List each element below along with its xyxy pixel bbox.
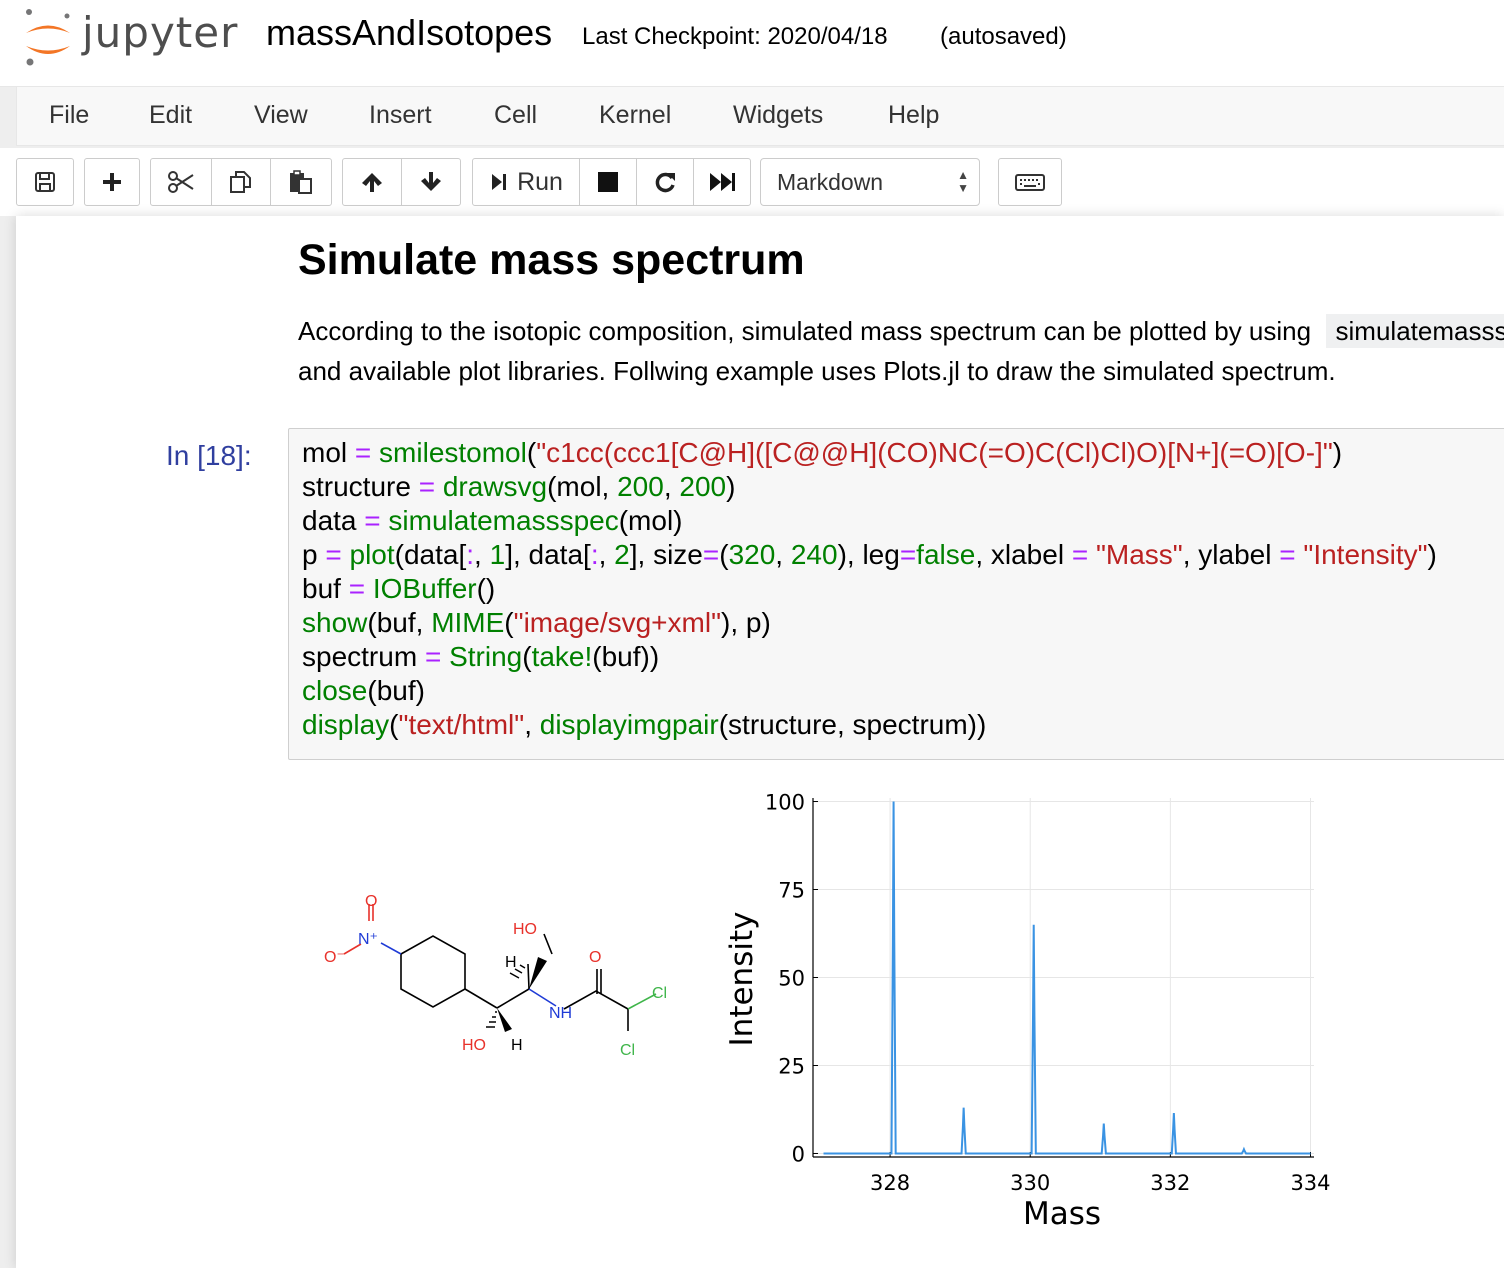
wedge-bond — [497, 1008, 512, 1032]
cell-type-value: Markdown — [777, 169, 884, 195]
copy-button[interactable] — [211, 158, 271, 206]
x-tick-label: 332 — [1150, 1171, 1190, 1195]
last-checkpoint: Last Checkpoint: 2020/04/18 — [582, 23, 888, 50]
move-up-button[interactable] — [342, 158, 402, 206]
wedge-bond — [529, 957, 547, 989]
atom-label-h-bottom: H — [511, 1037, 523, 1054]
run-button-label: Run — [517, 167, 563, 196]
y-tick-label: 75 — [778, 879, 805, 903]
atom-label-o-carbonyl: O — [589, 949, 601, 966]
menu-kernel[interactable]: Kernel — [599, 101, 671, 130]
x-tick-label: 334 — [1290, 1171, 1330, 1195]
atom-label-ho-bottom: HO — [462, 1037, 486, 1054]
insert-cell-button[interactable] — [84, 158, 140, 206]
restart-kernel-button[interactable] — [636, 158, 694, 206]
menu-insert[interactable]: Insert — [369, 101, 432, 130]
keyboard-icon — [1015, 174, 1045, 191]
select-arrows-icon: ▲ ▼ — [957, 168, 969, 195]
step-forward-icon — [492, 174, 507, 190]
y-tick-label: 100 — [765, 791, 805, 815]
molecule-structure — [343, 904, 657, 1031]
x-tick-label: 330 — [1010, 1171, 1050, 1195]
atom-label-o-top: O — [365, 893, 377, 910]
interrupt-kernel-button[interactable] — [579, 158, 637, 206]
y-tick-label: 25 — [778, 1054, 805, 1078]
cell-type-select[interactable]: Markdown ▲ ▼ — [760, 158, 980, 206]
notebook-header: jupyter massAndIsotopes Last Checkpoint:… — [0, 0, 1504, 87]
arrow-up-icon — [362, 173, 382, 192]
notebook-name[interactable]: massAndIsotopes — [266, 12, 552, 54]
x-tick-label: 328 — [870, 1171, 910, 1195]
menu-widgets[interactable]: Widgets — [733, 101, 823, 130]
save-icon — [35, 172, 55, 192]
save-button[interactable] — [16, 158, 74, 206]
jupyter-logo-icon[interactable] — [22, 6, 74, 68]
menu-cell[interactable]: Cell — [494, 101, 537, 130]
plus-icon — [103, 173, 121, 191]
cut-button[interactable] — [150, 158, 212, 206]
command-palette-button[interactable] — [998, 158, 1062, 206]
arrow-down-icon — [421, 172, 441, 191]
menu-view[interactable]: View — [254, 101, 308, 130]
atom-label-h-top: H — [505, 954, 517, 971]
stop-icon — [598, 172, 618, 192]
atom-label-nh: NH — [549, 1005, 572, 1022]
run-button[interactable]: Run — [472, 158, 580, 206]
hash-bond — [486, 964, 526, 1028]
cell-output: O O⁻ N⁺ HO H O Cl NH HO H Cl 328 330 332 33… — [324, 791, 1331, 1232]
jupyter-logo-text: jupyter — [82, 8, 239, 57]
menu-bar: File Edit View Insert Cell Kernel Widget… — [16, 86, 1504, 146]
atom-label-n-plus: N⁺ — [358, 931, 378, 948]
fast-forward-icon — [710, 173, 735, 191]
move-down-button[interactable] — [401, 158, 461, 206]
chart-grid — [813, 798, 1314, 1157]
restart-run-all-button[interactable] — [693, 158, 751, 206]
scissors-icon — [168, 171, 194, 193]
y-tick-label: 50 — [778, 967, 805, 991]
menu-help[interactable]: Help — [888, 101, 939, 130]
atom-label-cl-bottom: Cl — [620, 1042, 635, 1059]
x-axis-label: Mass — [1023, 1196, 1101, 1232]
menu-edit[interactable]: Edit — [149, 101, 192, 130]
atom-label-cl-top: Cl — [652, 985, 667, 1002]
paste-button[interactable] — [270, 158, 332, 206]
menu-file[interactable]: File — [49, 101, 89, 130]
y-tick-label: 0 — [792, 1142, 805, 1166]
copy-icon — [230, 171, 251, 193]
refresh-icon — [655, 172, 675, 193]
y-axis-label: Intensity — [724, 912, 760, 1047]
toolbar: Run Markdown ▲ ▼ — [0, 148, 1504, 216]
paste-icon — [290, 170, 312, 194]
notebook-container: Simulate mass spectrum According to the … — [16, 216, 1504, 1268]
chart-ticks: 328 330 332 334 0 25 50 75 100 — [765, 791, 1331, 1195]
autosave-status: (autosaved) — [940, 23, 1067, 50]
atom-label-ho-top: HO — [513, 921, 537, 938]
atom-label-o-minus: O⁻ — [324, 949, 345, 966]
